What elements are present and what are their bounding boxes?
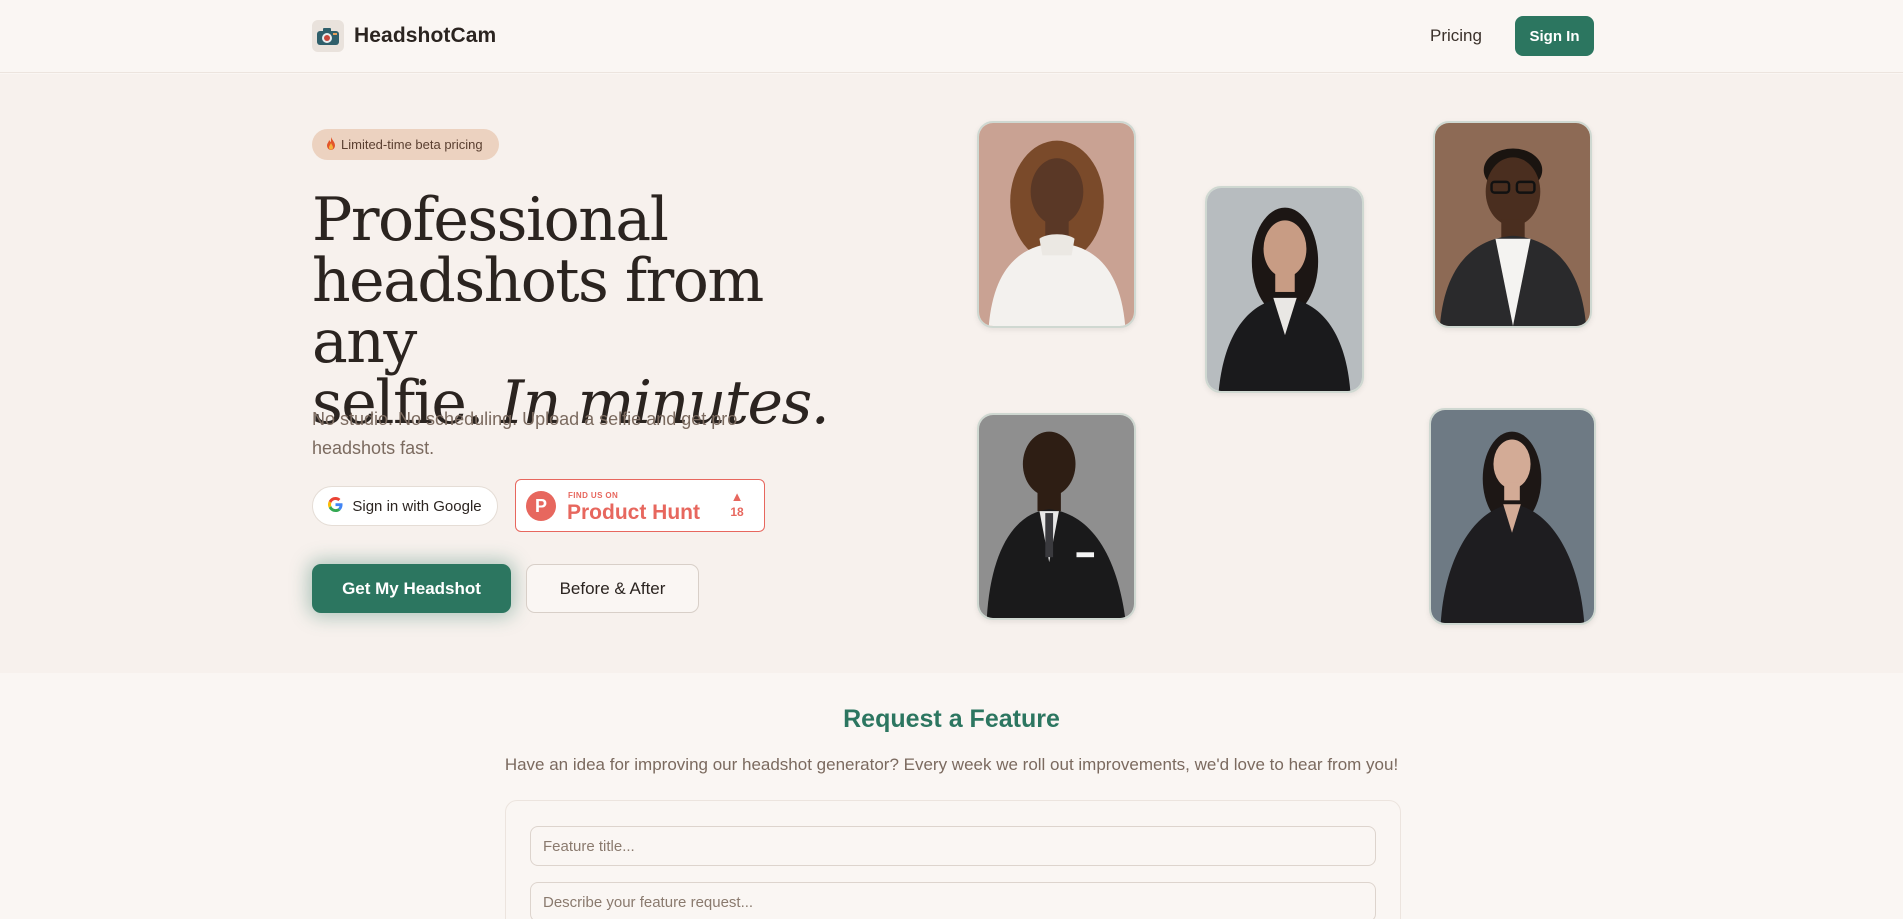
headshot-photo-4 <box>977 413 1136 620</box>
brand-logo[interactable]: HeadshotCam <box>312 20 496 52</box>
google-icon <box>328 496 343 516</box>
brand-name: HeadshotCam <box>354 24 497 47</box>
headshot-photo-3 <box>1433 121 1592 328</box>
beta-pricing-badge: Limited-time beta pricing <box>312 129 499 160</box>
product-hunt-small-text: FIND US ON <box>568 491 619 500</box>
feature-request-form <box>505 800 1401 919</box>
headshot-photo-2 <box>1205 186 1364 393</box>
nav-pricing-link[interactable]: Pricing <box>1430 26 1482 46</box>
headshot-photo-1 <box>977 121 1136 328</box>
headshot-photo-5 <box>1429 408 1596 625</box>
product-hunt-badge[interactable]: P FIND US ON Product Hunt ▲ 18 <box>515 479 765 532</box>
fire-icon <box>326 136 336 153</box>
feature-title-input[interactable] <box>530 826 1376 866</box>
feature-description-input[interactable] <box>530 882 1376 919</box>
upvote-number: 18 <box>730 505 744 519</box>
hero-section: Limited-time beta pricing Professional h… <box>0 74 1903 673</box>
google-sign-in-button[interactable]: Sign in with Google <box>312 486 498 526</box>
upvote-arrow-icon: ▲ <box>730 489 744 504</box>
camera-icon <box>312 20 344 52</box>
feature-request-title: Request a Feature <box>843 705 1060 733</box>
before-after-button[interactable]: Before & After <box>526 564 699 613</box>
hero-title-line-1: Professional <box>312 185 669 255</box>
hero-title-line-2: headshots from any <box>312 246 764 377</box>
sign-in-button[interactable]: Sign In <box>1515 16 1594 56</box>
badge-text: Limited-time beta pricing <box>341 137 483 152</box>
product-hunt-name: Product Hunt <box>567 501 700 524</box>
google-button-label: Sign in with Google <box>352 497 482 515</box>
product-hunt-icon: P <box>526 491 556 521</box>
upvote-count: ▲ 18 <box>727 490 747 520</box>
site-header: HeadshotCam Pricing Sign In <box>0 0 1903 73</box>
get-my-headshot-button[interactable]: Get My Headshot <box>312 564 511 613</box>
feature-request-subtitle: Have an idea for improving our headshot … <box>504 755 1399 774</box>
hero-title: Professional headshots from any selfie. … <box>312 190 872 434</box>
hero-subtitle: No studio. No scheduling. Upload a selfi… <box>312 409 738 458</box>
